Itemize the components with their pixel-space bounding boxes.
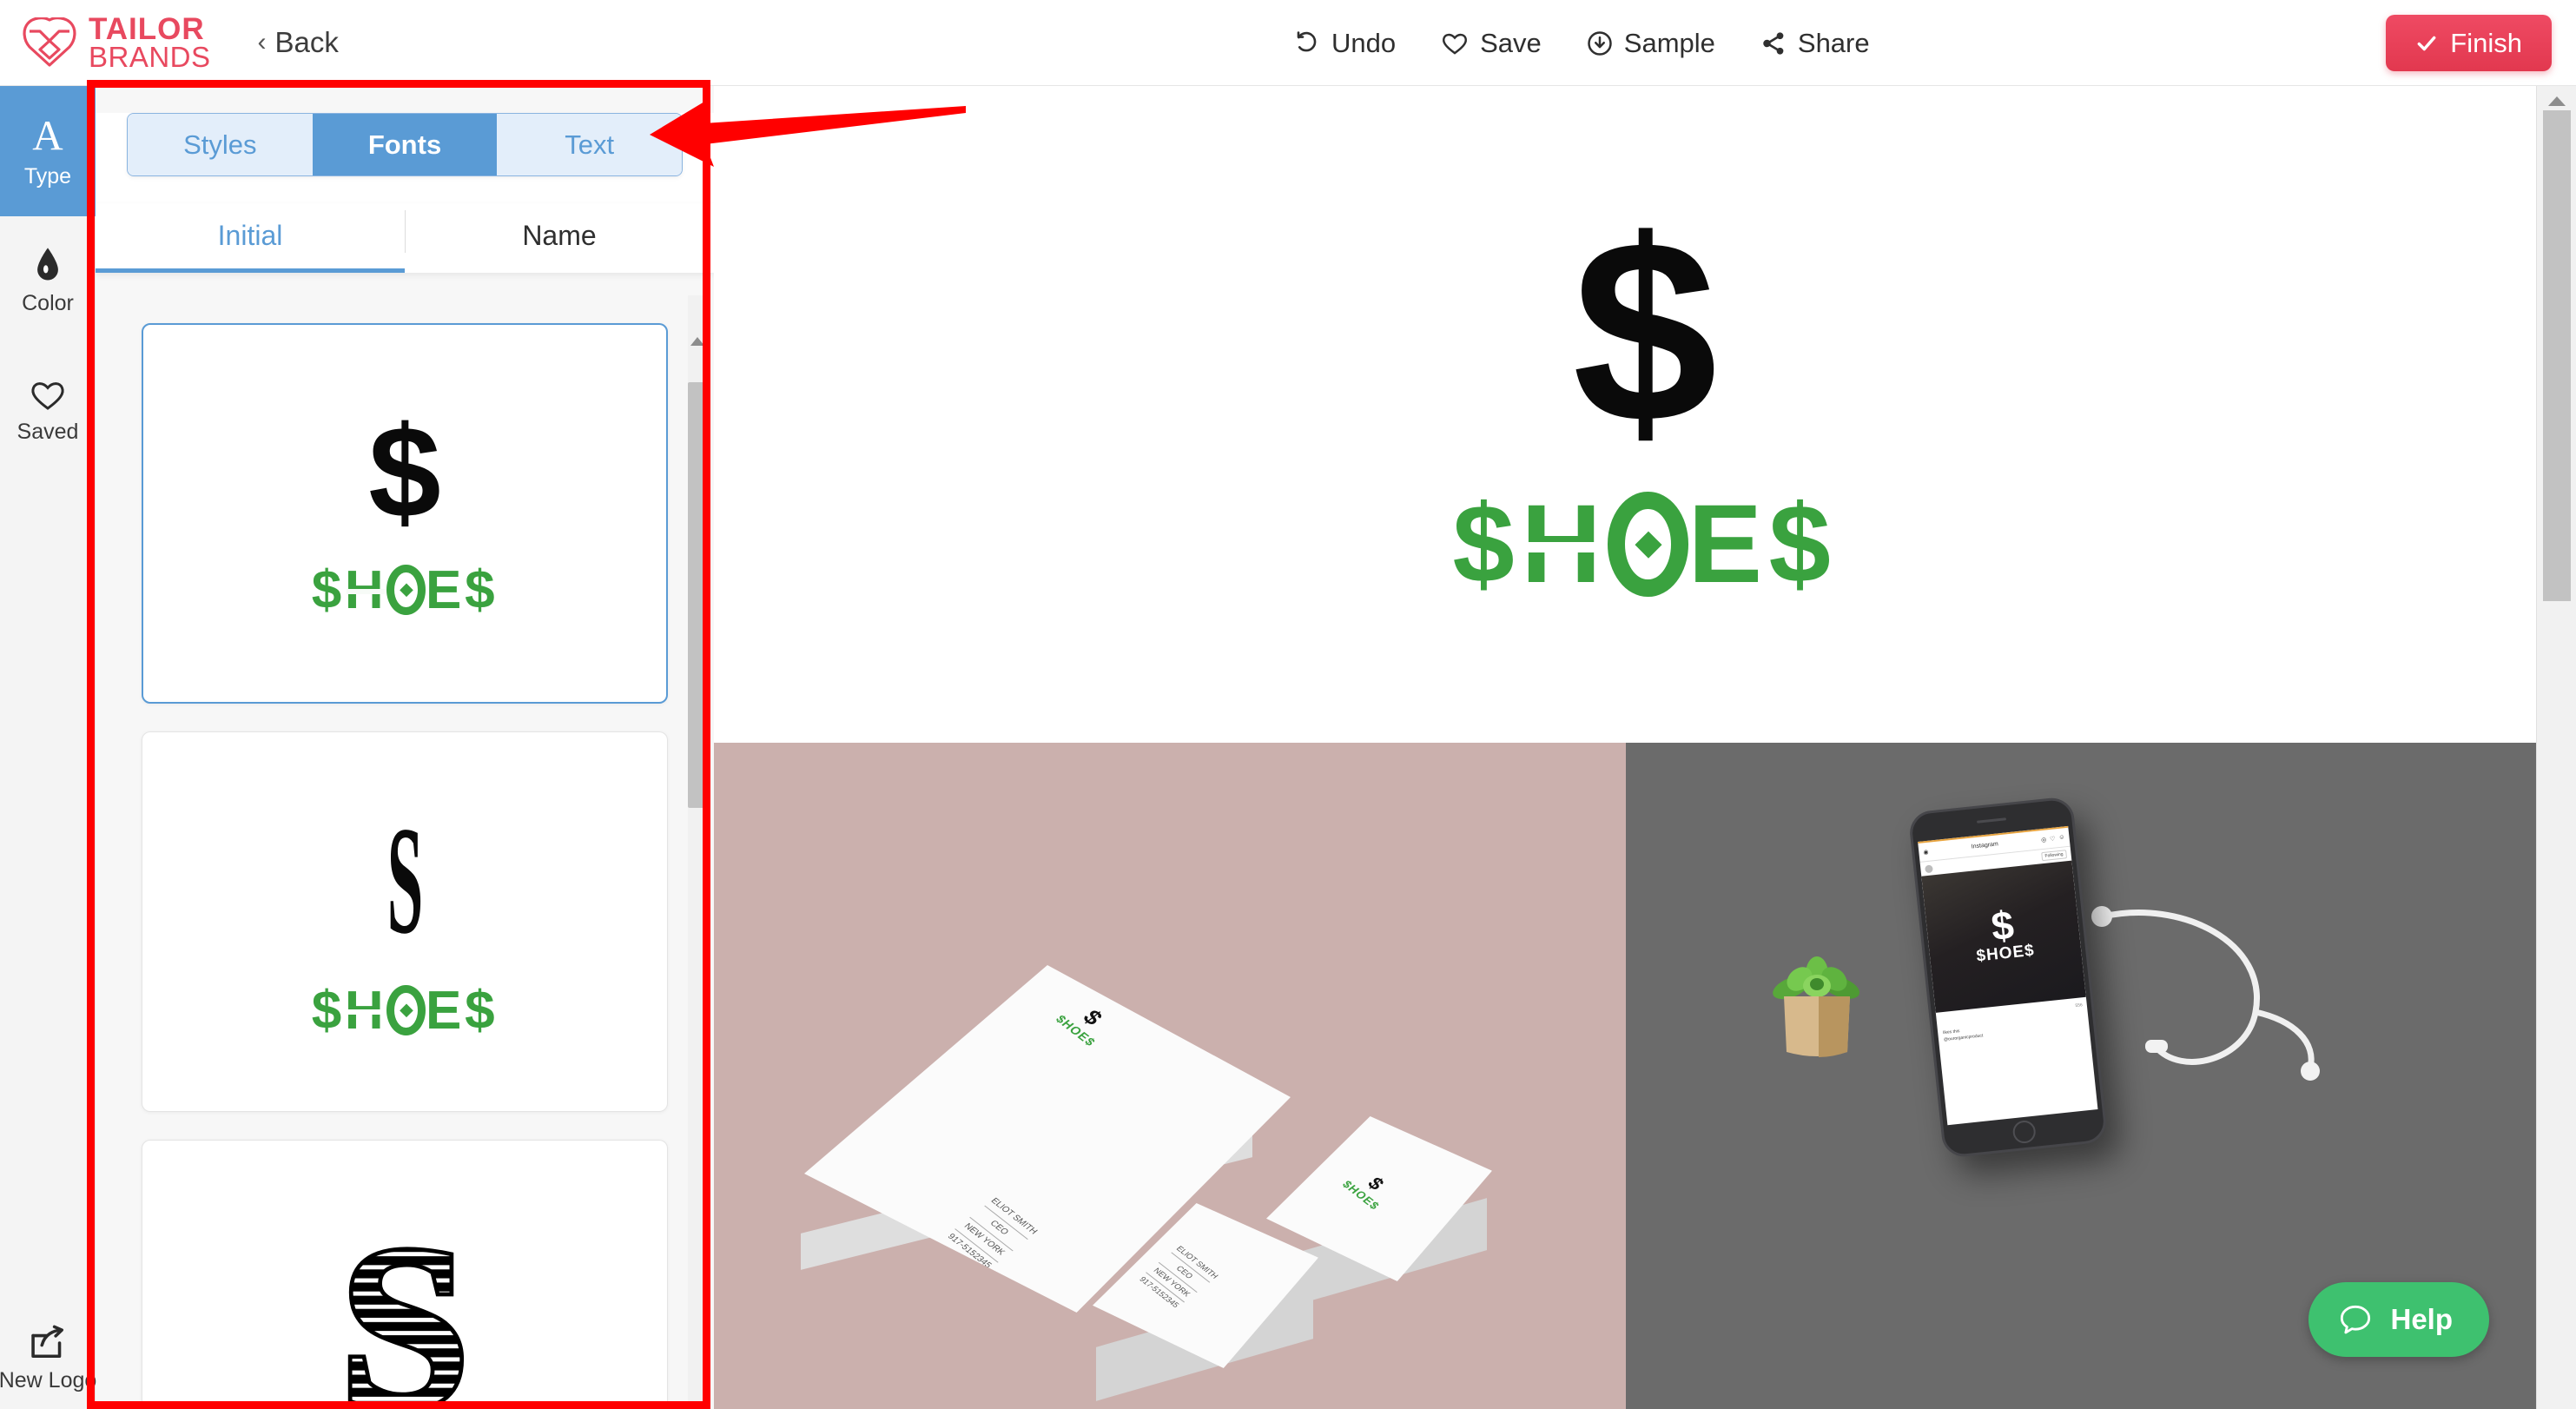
droplet-icon bbox=[37, 248, 58, 281]
sidebar-item-type[interactable]: A Type bbox=[0, 86, 96, 216]
font-card-1-wordmark: $ H E $ bbox=[311, 559, 499, 620]
letterhead-contact: ELIOT SMITH CEO NEW YORK 917-5152345 bbox=[941, 1194, 1042, 1273]
striped-slab-s-icon: S S bbox=[335, 1194, 474, 1409]
canvas-scrollbar[interactable] bbox=[2536, 86, 2576, 1409]
checkmark-icon bbox=[2417, 36, 2436, 50]
save-button[interactable]: Save bbox=[1441, 28, 1542, 59]
post-wordmark: $HOE$ bbox=[1975, 942, 2036, 966]
stationery-mockup[interactable]: $ $HOE$ ELIOT SMITH CEO NEW YORK 917-515… bbox=[714, 743, 1626, 1409]
share-nodes-icon bbox=[1763, 31, 1784, 55]
export-box-arrow-icon bbox=[31, 1325, 64, 1359]
font-card-1-initial: $ bbox=[368, 398, 441, 545]
tab-styles[interactable]: Styles bbox=[128, 114, 313, 175]
back-button[interactable]: ‹ Back bbox=[258, 26, 339, 59]
subtab-name[interactable]: Name bbox=[405, 203, 714, 273]
card-logo: $ $HOE$ bbox=[1339, 1164, 1401, 1212]
new-logo-label: New Logo bbox=[0, 1368, 97, 1392]
sidebar-item-label-type: Type bbox=[23, 163, 72, 189]
sidebar-item-color[interactable]: Color bbox=[0, 216, 96, 347]
phone-screen: ◉ Instagram ◎ ♡ ☺ Following $ $HOE$ 556 … bbox=[1918, 825, 2098, 1126]
font-card-2[interactable]: S $ H E $ bbox=[142, 731, 668, 1112]
finish-button[interactable]: Finish bbox=[2386, 15, 2552, 71]
person-outline-icon[interactable]: ☺ bbox=[2058, 834, 2065, 842]
panel-header: Styles Fonts Text Initial Name bbox=[96, 113, 714, 273]
panel-scrollbar-thumb[interactable] bbox=[688, 382, 707, 808]
tab-text[interactable]: Text bbox=[497, 114, 682, 175]
font-card-3[interactable]: S S bbox=[142, 1140, 668, 1409]
sub-tabs: Initial Name bbox=[96, 203, 714, 273]
brand-line-2: BRANDS bbox=[89, 40, 211, 73]
font-card-list[interactable]: $ $ H E $ S $ H E $ bbox=[96, 295, 714, 1409]
download-circle-icon bbox=[1588, 30, 1612, 56]
finish-label: Finish bbox=[2450, 27, 2522, 58]
left-rail: A Type Color Saved New Logo bbox=[0, 86, 96, 1409]
options-panel: Styles Fonts Text Initial Name $ $ H E$ bbox=[96, 86, 714, 1409]
compass-icon[interactable]: ◎ bbox=[2041, 836, 2047, 843]
succulent-plant-in-wood-pot bbox=[1773, 956, 1860, 1057]
segmented-control: Styles Fonts Text bbox=[127, 113, 683, 176]
font-card-2-initial: S bbox=[386, 793, 423, 966]
scroll-up-arrow-icon[interactable] bbox=[2548, 96, 2566, 106]
heart-outline-icon bbox=[31, 382, 64, 410]
new-logo-button[interactable]: New Logo bbox=[0, 1325, 96, 1393]
back-label: Back bbox=[274, 26, 339, 58]
scroll-up-arrow-icon[interactable] bbox=[690, 337, 704, 346]
heart-outline-icon[interactable]: ♡ bbox=[2050, 835, 2056, 843]
instagram-post-image: $ $HOE$ bbox=[1921, 860, 2086, 1013]
white-earbuds bbox=[2091, 906, 2320, 1081]
canvas-scrollbar-thumb[interactable] bbox=[2543, 110, 2571, 601]
sidebar-item-label-color: Color bbox=[22, 291, 74, 315]
card-contact: ELIOT SMITH CEO NEW YORK 917-5152345 bbox=[1133, 1242, 1223, 1313]
font-card-1[interactable]: $ $ H E $ bbox=[142, 323, 668, 704]
tab-fonts[interactable]: Fonts bbox=[312, 114, 498, 175]
iphone-device: ◉ Instagram ◎ ♡ ☺ Following $ $HOE$ 556 … bbox=[1907, 796, 2109, 1159]
avatar bbox=[1924, 863, 1933, 873]
letterhead-logo: $ $HOE$ bbox=[1053, 996, 1120, 1048]
brand-line-1: TAILOR bbox=[89, 11, 205, 46]
save-label: Save bbox=[1480, 27, 1542, 58]
toolbar-actions: Undo Save Sample Share bbox=[1294, 0, 1870, 86]
camera-icon[interactable]: ◉ bbox=[1923, 848, 1929, 856]
logo-preview[interactable]: $ $ H E $ bbox=[714, 86, 2576, 743]
logo-wordmark: $ H E $ bbox=[1452, 482, 1838, 606]
logo-maker-app: TAILOR BRANDS ‹ Back Undo Save Sample Sh… bbox=[0, 0, 2576, 1409]
sample-button[interactable]: Sample bbox=[1587, 28, 1715, 59]
instagram-app-name: Instagram bbox=[1971, 841, 1999, 850]
subtab-initial[interactable]: Initial bbox=[96, 203, 405, 273]
tailor-brands-heart-shield-icon bbox=[23, 17, 76, 67]
logo-initial: $ bbox=[1572, 185, 1718, 477]
help-button[interactable]: Help bbox=[2308, 1282, 2489, 1357]
sidebar-item-saved[interactable]: Saved bbox=[0, 347, 96, 477]
font-card-2-wordmark: $ H E $ bbox=[311, 980, 499, 1041]
top-toolbar: TAILOR BRANDS ‹ Back Undo Save Sample Sh… bbox=[0, 0, 2576, 86]
brand-logo[interactable]: TAILOR BRANDS bbox=[23, 11, 211, 73]
undo-arrow-icon bbox=[1297, 30, 1317, 51]
share-button[interactable]: Share bbox=[1760, 28, 1870, 59]
undo-label: Undo bbox=[1331, 27, 1397, 58]
panel-scrollbar[interactable] bbox=[688, 295, 707, 1409]
chevron-left-icon: ‹ bbox=[257, 28, 267, 56]
share-label: Share bbox=[1797, 27, 1870, 58]
brand-wordmark: TAILOR BRANDS bbox=[89, 11, 211, 73]
sidebar-item-label-saved: Saved bbox=[17, 420, 79, 444]
mockup-row: $ $HOE$ ELIOT SMITH CEO NEW YORK 917-515… bbox=[714, 743, 2576, 1409]
sample-label: Sample bbox=[1623, 27, 1715, 58]
post-initial: $ bbox=[1989, 901, 2017, 949]
heart-outline-icon bbox=[1443, 33, 1468, 55]
preview-canvas: $ $ H E $ $ $HOE$ ELIOT SMITH CEO NEW YO… bbox=[714, 86, 2576, 1409]
undo-button[interactable]: Undo bbox=[1294, 28, 1396, 59]
chat-bubble-icon bbox=[2341, 1305, 2371, 1334]
help-label: Help bbox=[2390, 1303, 2453, 1335]
following-button[interactable]: Following bbox=[2041, 850, 2068, 862]
letter-a-serif-icon: A bbox=[32, 110, 63, 159]
font-card-3-initial: S S bbox=[322, 1194, 487, 1409]
